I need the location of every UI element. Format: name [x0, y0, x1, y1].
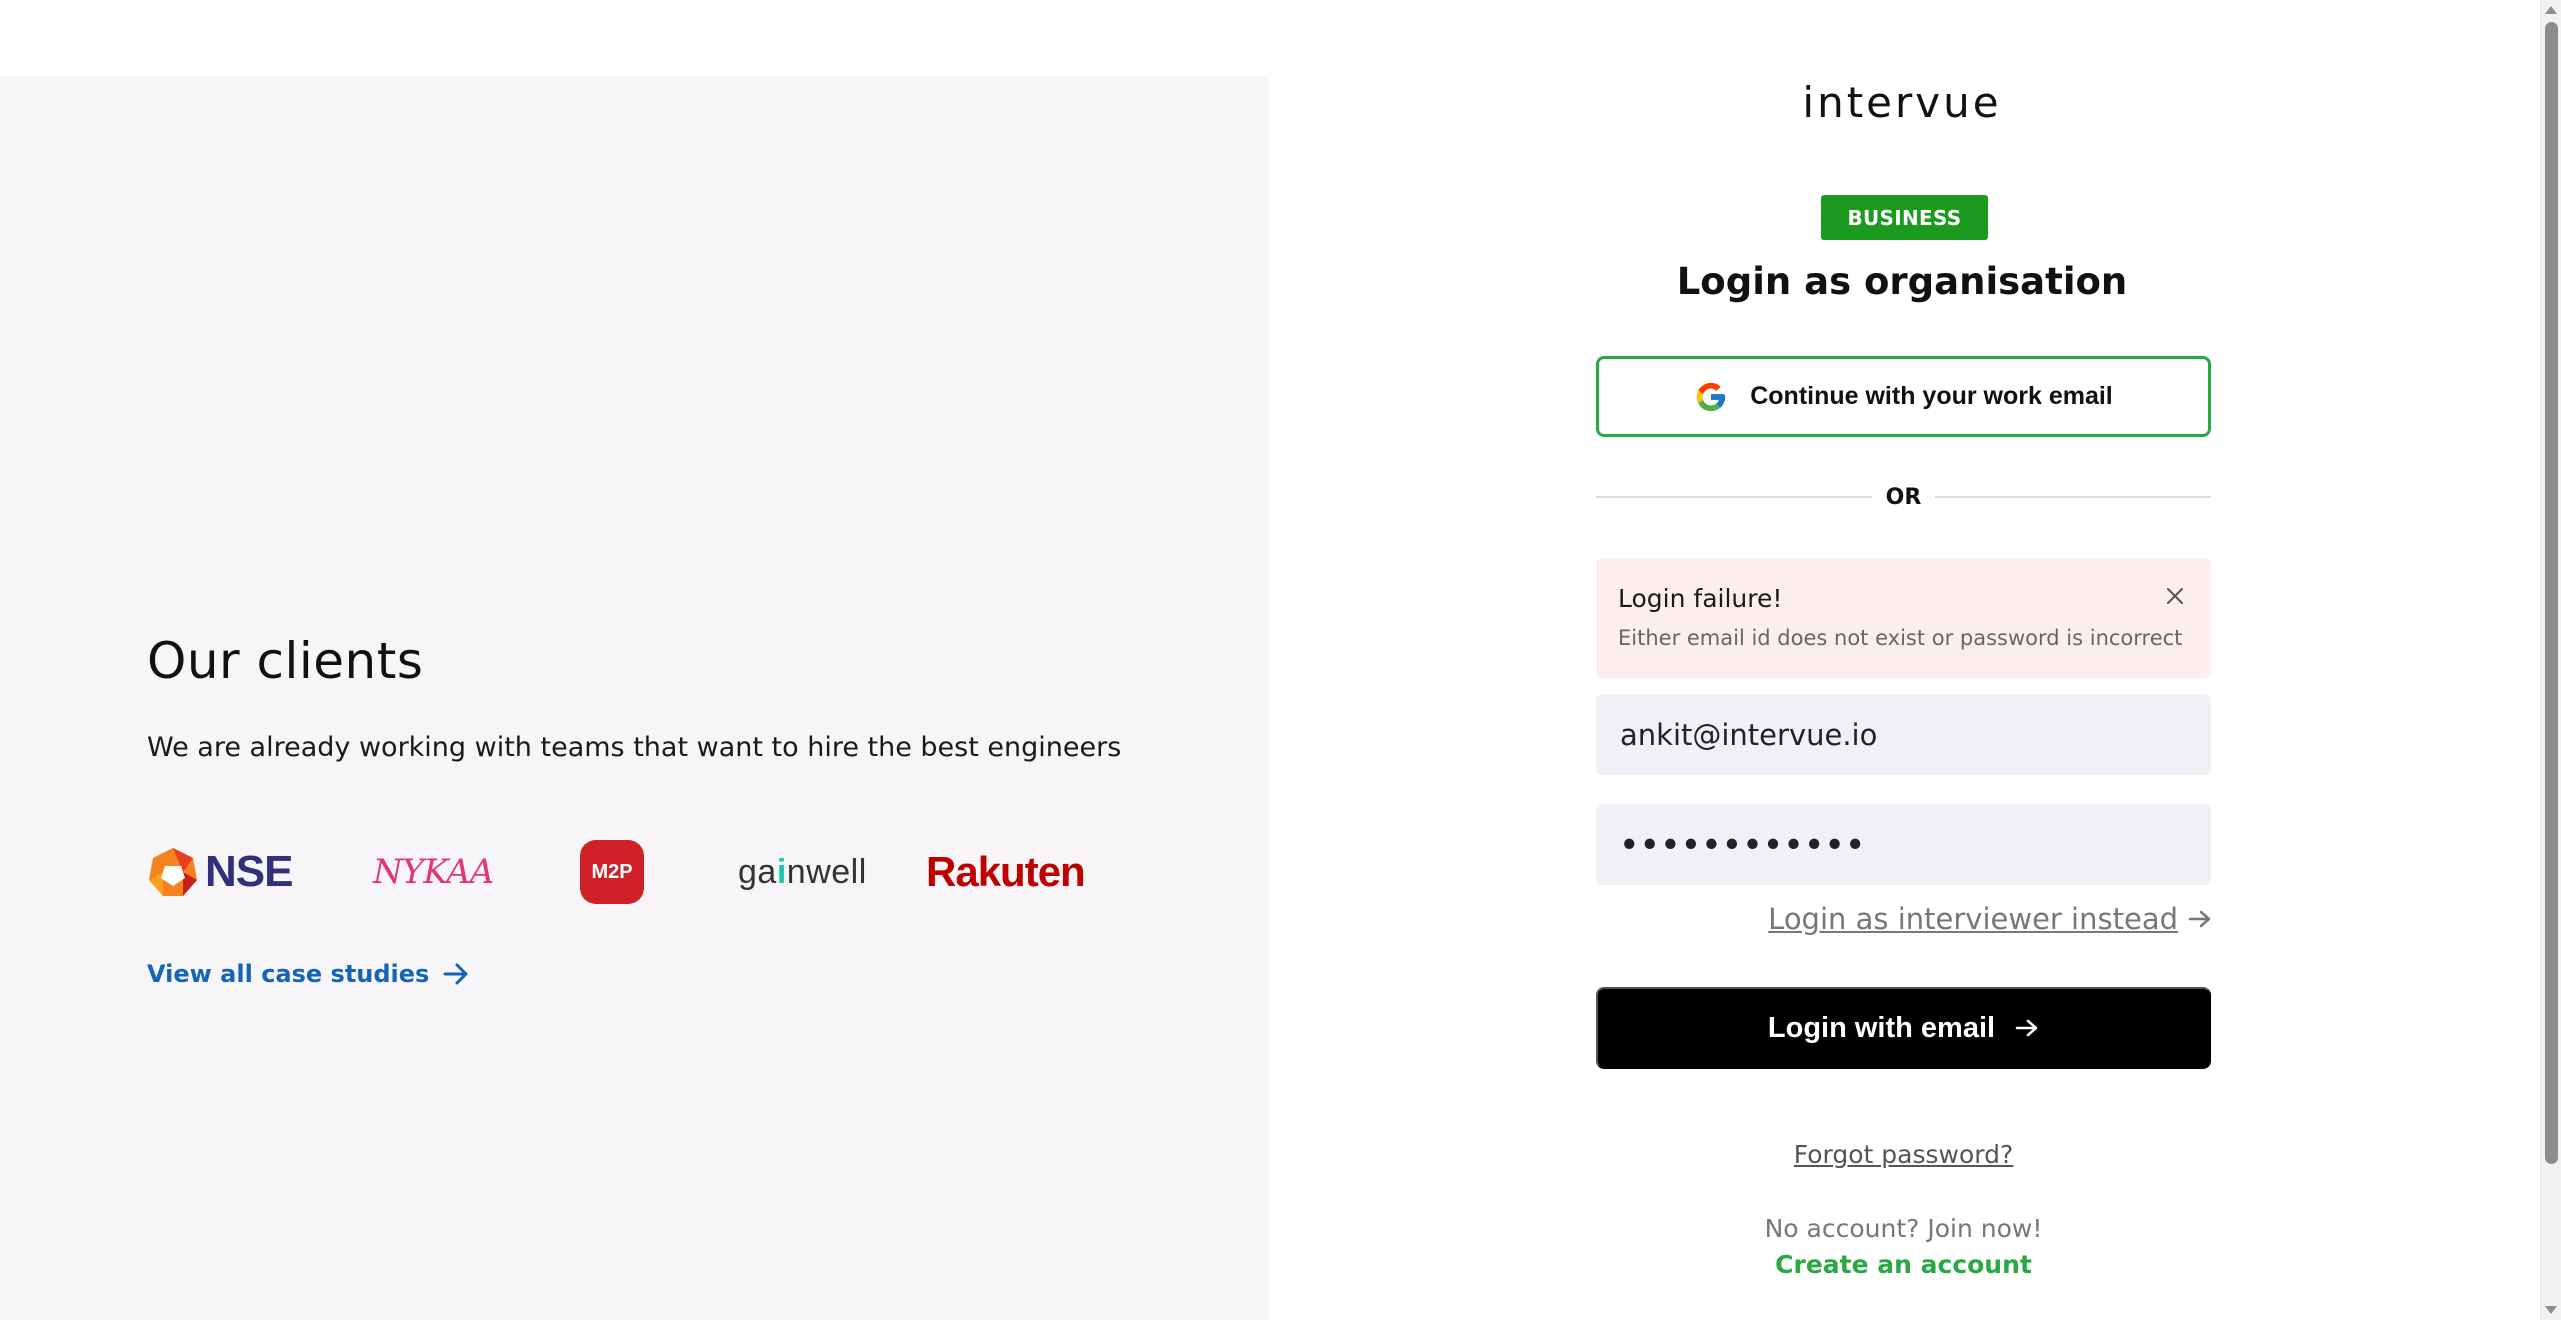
- rakuten-logo-text: Rakuten: [926, 848, 1086, 895]
- interviewer-link-label: Login as interviewer instead: [1768, 902, 2178, 936]
- or-label: OR: [1885, 484, 1922, 510]
- view-case-studies-link[interactable]: View all case studies: [147, 960, 469, 988]
- nykaa-logo-text: NYKAA: [373, 852, 494, 892]
- google-button-label: Continue with your work email: [1750, 382, 2113, 410]
- google-login-button[interactable]: Continue with your work email: [1596, 356, 2211, 437]
- case-studies-label: View all case studies: [147, 960, 430, 988]
- create-account-link[interactable]: Create an account: [1596, 1250, 2211, 1279]
- no-account-text: No account? Join now!: [1764, 1214, 2043, 1243]
- nse-logo: NSE: [147, 836, 293, 908]
- gainwell-suffix: nwell: [786, 852, 867, 891]
- page-title: Login as organisation: [1676, 260, 2128, 303]
- arrow-right-icon: [2188, 910, 2211, 928]
- login-as-interviewer-link[interactable]: Login as interviewer instead: [1768, 902, 2212, 936]
- intervue-logo: intervue: [1802, 77, 2002, 127]
- scroll-up-icon[interactable]: [2545, 6, 2557, 14]
- error-message: Either email id does not exist or passwo…: [1618, 626, 2183, 650]
- nykaa-logo: NYKAA: [373, 836, 494, 908]
- divider-line-left: [1596, 496, 1872, 498]
- error-title: Login failure!: [1618, 584, 1783, 613]
- arrow-right-icon: [2015, 1019, 2038, 1037]
- gainwell-logo: gainwell: [738, 836, 867, 908]
- google-icon: [1697, 382, 1726, 411]
- close-icon[interactable]: [2163, 584, 2187, 608]
- m2p-logo-text: M2P: [580, 840, 644, 904]
- gainwell-prefix: ga: [738, 852, 777, 891]
- nse-logo-text: NSE: [205, 847, 293, 896]
- login-with-email-button[interactable]: Login with email: [1596, 987, 2211, 1069]
- divider-line-right: [1935, 496, 2211, 498]
- login-button-label: Login with email: [1767, 1011, 1996, 1044]
- password-field[interactable]: [1596, 804, 2211, 885]
- clients-title: Our clients: [147, 632, 424, 690]
- login-error-alert: Login failure! Either email id does not …: [1596, 558, 2211, 678]
- gainwell-logo-text: gainwell: [738, 853, 867, 892]
- business-badge: BUSINESS: [1821, 195, 1988, 240]
- client-logos: NSE NYKAA M2P gainwell Rakuten: [147, 836, 1107, 908]
- clients-subtitle: We are already working with teams that w…: [147, 732, 1122, 763]
- clients-panel: Our clients We are already working with …: [0, 76, 1269, 1320]
- email-field[interactable]: [1596, 694, 2211, 775]
- nse-logo-icon: [149, 848, 197, 896]
- scrollbar-thumb[interactable]: [2545, 22, 2558, 1164]
- scroll-down-icon[interactable]: [2545, 1306, 2557, 1314]
- gainwell-accent: i: [776, 852, 787, 891]
- forgot-password-link[interactable]: Forgot password?: [1596, 1140, 2211, 1169]
- page-scrollbar[interactable]: [2540, 0, 2561, 1320]
- or-divider: OR: [1596, 482, 2211, 512]
- arrow-right-icon: [443, 963, 468, 985]
- login-page: Our clients We are already working with …: [0, 0, 2561, 1320]
- rakuten-logo: Rakuten: [926, 836, 1086, 908]
- m2p-logo: M2P: [580, 836, 644, 908]
